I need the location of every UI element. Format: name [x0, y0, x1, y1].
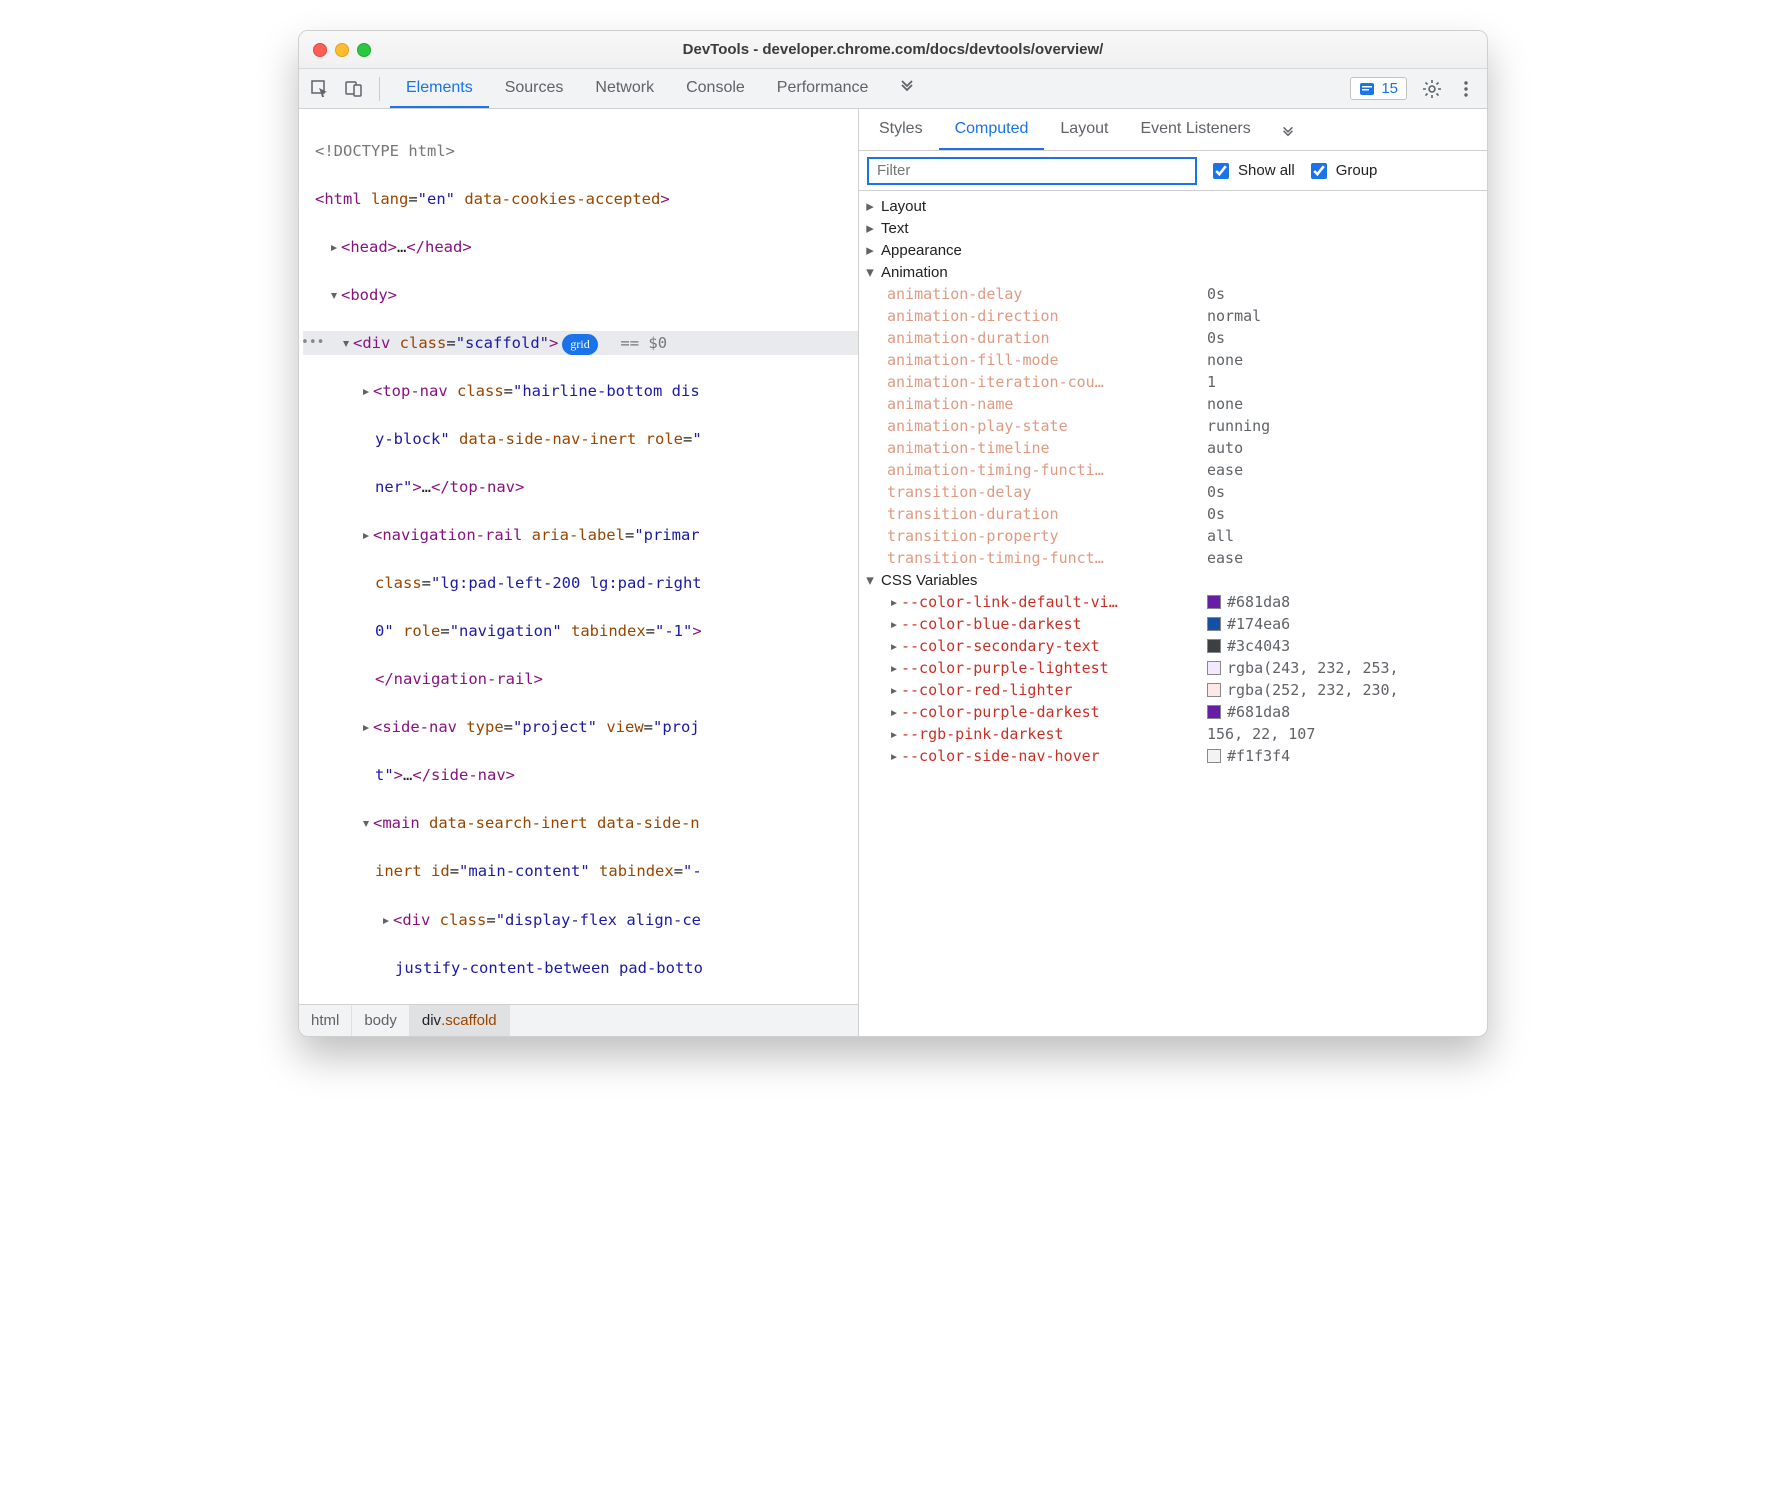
toolbar-separator [379, 77, 380, 101]
tab-elements[interactable]: Elements [390, 69, 489, 108]
sidebar-tabs: Styles Computed Layout Event Listeners [859, 109, 1487, 151]
css-variable[interactable]: ▸--rgb-pink-darkest156, 22, 107 [859, 723, 1487, 745]
computed-prop[interactable]: animation-delay0s [859, 283, 1487, 305]
devtools-window: DevTools - developer.chrome.com/docs/dev… [298, 30, 1488, 1037]
subtab-styles[interactable]: Styles [863, 109, 939, 150]
computed-prop[interactable]: animation-play-staterunning [859, 415, 1487, 437]
computed-prop[interactable]: animation-duration0s [859, 327, 1487, 349]
window-title: DevTools - developer.chrome.com/docs/dev… [299, 41, 1487, 58]
css-variable[interactable]: ▸--color-link-default-vi…#681da8 [859, 591, 1487, 613]
breadcrumb-html[interactable]: html [299, 1005, 352, 1036]
tab-performance[interactable]: Performance [761, 69, 885, 108]
subtab-computed[interactable]: Computed [939, 109, 1045, 150]
inspect-element-icon[interactable] [305, 74, 335, 104]
subtab-event-listeners[interactable]: Event Listeners [1124, 109, 1266, 150]
subtab-layout[interactable]: Layout [1044, 109, 1124, 150]
breadcrumb-body[interactable]: body [352, 1005, 410, 1036]
kebab-menu-icon[interactable] [1451, 74, 1481, 104]
elements-panel: <!DOCTYPE html> <html lang="en" data-coo… [299, 109, 859, 1036]
computed-prop[interactable]: animation-timelineauto [859, 437, 1487, 459]
filter-input[interactable] [867, 157, 1197, 185]
dom-tree[interactable]: <!DOCTYPE html> <html lang="en" data-coo… [299, 109, 858, 1004]
css-variable[interactable]: ▸--color-purple-darkest#681da8 [859, 701, 1487, 723]
computed-prop[interactable]: animation-iteration-cou…1 [859, 371, 1487, 393]
tab-console[interactable]: Console [670, 69, 761, 108]
computed-prop[interactable]: animation-fill-modenone [859, 349, 1487, 371]
computed-prop[interactable]: transition-timing-funct…ease [859, 547, 1487, 569]
group-layout[interactable]: ▸Layout [859, 195, 1487, 217]
traffic-lights [299, 43, 371, 57]
device-mode-icon[interactable] [339, 74, 369, 104]
group-appearance[interactable]: ▸Appearance [859, 239, 1487, 261]
selected-node[interactable]: •••▾<div class="scaffold">grid == $0 [303, 331, 858, 355]
breadcrumb-selected[interactable]: div.scaffold [410, 1005, 510, 1036]
filter-bar: Show all Group [859, 151, 1487, 191]
group-checkbox[interactable]: Group [1307, 160, 1378, 182]
group-text[interactable]: ▸Text [859, 217, 1487, 239]
issues-button[interactable]: 15 [1350, 77, 1407, 100]
css-variable[interactable]: ▸--color-side-nav-hover#f1f3f4 [859, 745, 1487, 767]
issues-count-label: 15 [1381, 80, 1398, 97]
computed-prop[interactable]: transition-propertyall [859, 525, 1487, 547]
computed-prop[interactable]: animation-namenone [859, 393, 1487, 415]
breadcrumb: html body div.scaffold [299, 1004, 858, 1036]
window-zoom-button[interactable] [357, 43, 371, 57]
panel-tabs: Elements Sources Network Console Perform… [390, 69, 922, 108]
computed-prop[interactable]: transition-duration0s [859, 503, 1487, 525]
computed-prop[interactable]: transition-delay0s [859, 481, 1487, 503]
window-close-button[interactable] [313, 43, 327, 57]
tab-sources[interactable]: Sources [489, 69, 580, 108]
computed-prop[interactable]: animation-directionnormal [859, 305, 1487, 327]
css-variable[interactable]: ▸--color-purple-lightestrgba(243, 232, 2… [859, 657, 1487, 679]
grid-badge[interactable]: grid [562, 334, 597, 355]
panel-content: <!DOCTYPE html> <html lang="en" data-coo… [299, 109, 1487, 1036]
doctype: <!DOCTYPE html> [315, 142, 455, 160]
css-variable[interactable]: ▸--color-blue-darkest#174ea6 [859, 613, 1487, 635]
group-animation[interactable]: ▾Animation [859, 261, 1487, 283]
css-variable[interactable]: ▸--color-secondary-text#3c4043 [859, 635, 1487, 657]
more-subtabs-icon[interactable] [1273, 115, 1303, 145]
window-titlebar: DevTools - developer.chrome.com/docs/dev… [299, 31, 1487, 69]
show-all-checkbox[interactable]: Show all [1209, 160, 1295, 182]
group-css-variables[interactable]: ▾CSS Variables [859, 569, 1487, 591]
computed-tree[interactable]: ▸Layout ▸Text ▸Appearance ▾Animation ani… [859, 191, 1487, 1036]
settings-icon[interactable] [1417, 74, 1447, 104]
window-minimize-button[interactable] [335, 43, 349, 57]
tab-network[interactable]: Network [579, 69, 670, 108]
styles-sidebar: Styles Computed Layout Event Listeners S… [859, 109, 1487, 1036]
css-variable[interactable]: ▸--color-red-lighterrgba(252, 232, 230, [859, 679, 1487, 701]
main-toolbar: Elements Sources Network Console Perform… [299, 69, 1487, 109]
computed-prop[interactable]: animation-timing-functi…ease [859, 459, 1487, 481]
more-tabs-icon[interactable] [892, 69, 922, 99]
